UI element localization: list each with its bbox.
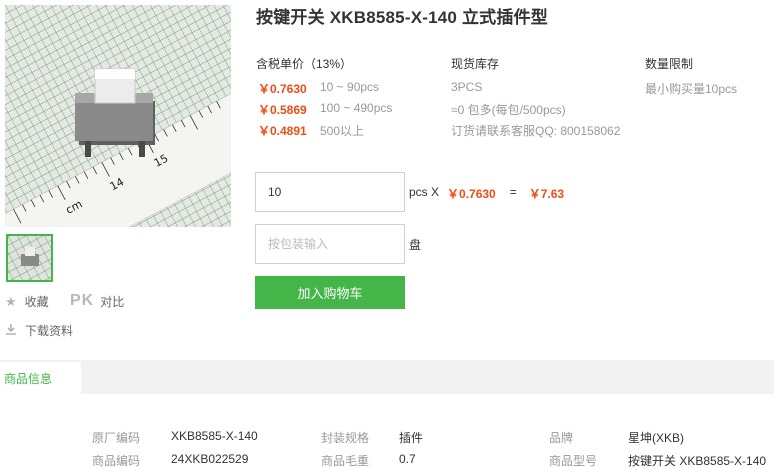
stock-quantity: 3PCS (451, 80, 483, 94)
attr-key: 原厂编码 (92, 431, 141, 445)
attr-value: 24XKB022529 (171, 452, 249, 466)
attr-key: 封装规格 (321, 431, 370, 445)
attr-value: 插件 (399, 431, 424, 445)
attr-value: 星坤(XKB) (628, 431, 685, 445)
product-thumbnail[interactable] (6, 234, 53, 282)
attr-key: 品牌 (549, 431, 574, 445)
favorite-label: 收藏 (24, 295, 49, 309)
equals-sign: = (509, 185, 517, 199)
attr-key: 商品编码 (92, 454, 141, 467)
limit-header: 数量限制 (645, 57, 694, 71)
product-main-image[interactable]: cm 14 15 (5, 5, 231, 227)
tier-price: ￥0.4891 (258, 124, 307, 138)
attr-key: 商品型号 (549, 454, 598, 467)
stock-contact: 订货请联系客服QQ: 800158062 (451, 124, 621, 138)
price-tier: ￥0.7630 10 ~ 90pcs (258, 80, 379, 97)
detail-tabbar: 商品信息 (0, 360, 774, 394)
tier-range: 10 ~ 90pcs (320, 80, 380, 94)
tier-price: ￥0.7630 (258, 82, 307, 96)
total-price: ￥7.63 (528, 187, 565, 201)
product-photo-illustration: cm1415 (5, 5, 231, 227)
tier-price: ￥0.5869 (258, 103, 307, 117)
product-title: 按键开关 XKB8585-X-140 立式插件型 (256, 8, 548, 27)
download-label: 下载资料 (25, 324, 74, 338)
star-icon: ★ (5, 293, 17, 309)
attr-key: 商品毛重 (321, 454, 370, 467)
favorite-button[interactable]: ★ 收藏 (5, 293, 49, 310)
min-purchase: 最小购买量10pcs (645, 82, 738, 96)
download-icon (5, 323, 17, 338)
attr-value: 按键开关 XKB8585-X-140 (628, 454, 767, 467)
stock-header: 现货库存 (451, 57, 500, 71)
tier-range: 100 ~ 490pcs (320, 101, 393, 115)
compare-label: 对比 (100, 294, 125, 309)
unit-price: ￥0.7630 (447, 187, 496, 201)
price-tier: ￥0.4891 500以上 (258, 122, 364, 139)
pack-input[interactable] (255, 224, 405, 264)
attr-value: XKB8585-X-140 (171, 429, 258, 443)
tier-range: 500以上 (320, 124, 365, 138)
attr-value: 0.7 (399, 452, 416, 466)
product-thumbnail-illustration (8, 236, 51, 280)
price-header: 含税单价（13%） (256, 57, 353, 71)
pk-icon: PK (70, 292, 95, 309)
price-calculation: pcs X ￥0.7630 = ￥7.63 (409, 185, 564, 202)
price-tier: ￥0.5869 100 ~ 490pcs (258, 101, 392, 118)
quantity-input[interactable] (255, 172, 405, 212)
add-to-cart-button[interactable]: 加入购物车 (255, 276, 405, 309)
pack-unit: 盘 (409, 238, 422, 252)
stock-package: ≈0 包多(每包/500pcs) (451, 103, 566, 117)
compare-button[interactable]: PK 对比 (70, 292, 124, 310)
download-docs-button[interactable]: 下载资料 (5, 322, 73, 339)
tab-product-info[interactable]: 商品信息 (0, 360, 81, 394)
unit-label: pcs X (409, 185, 440, 199)
